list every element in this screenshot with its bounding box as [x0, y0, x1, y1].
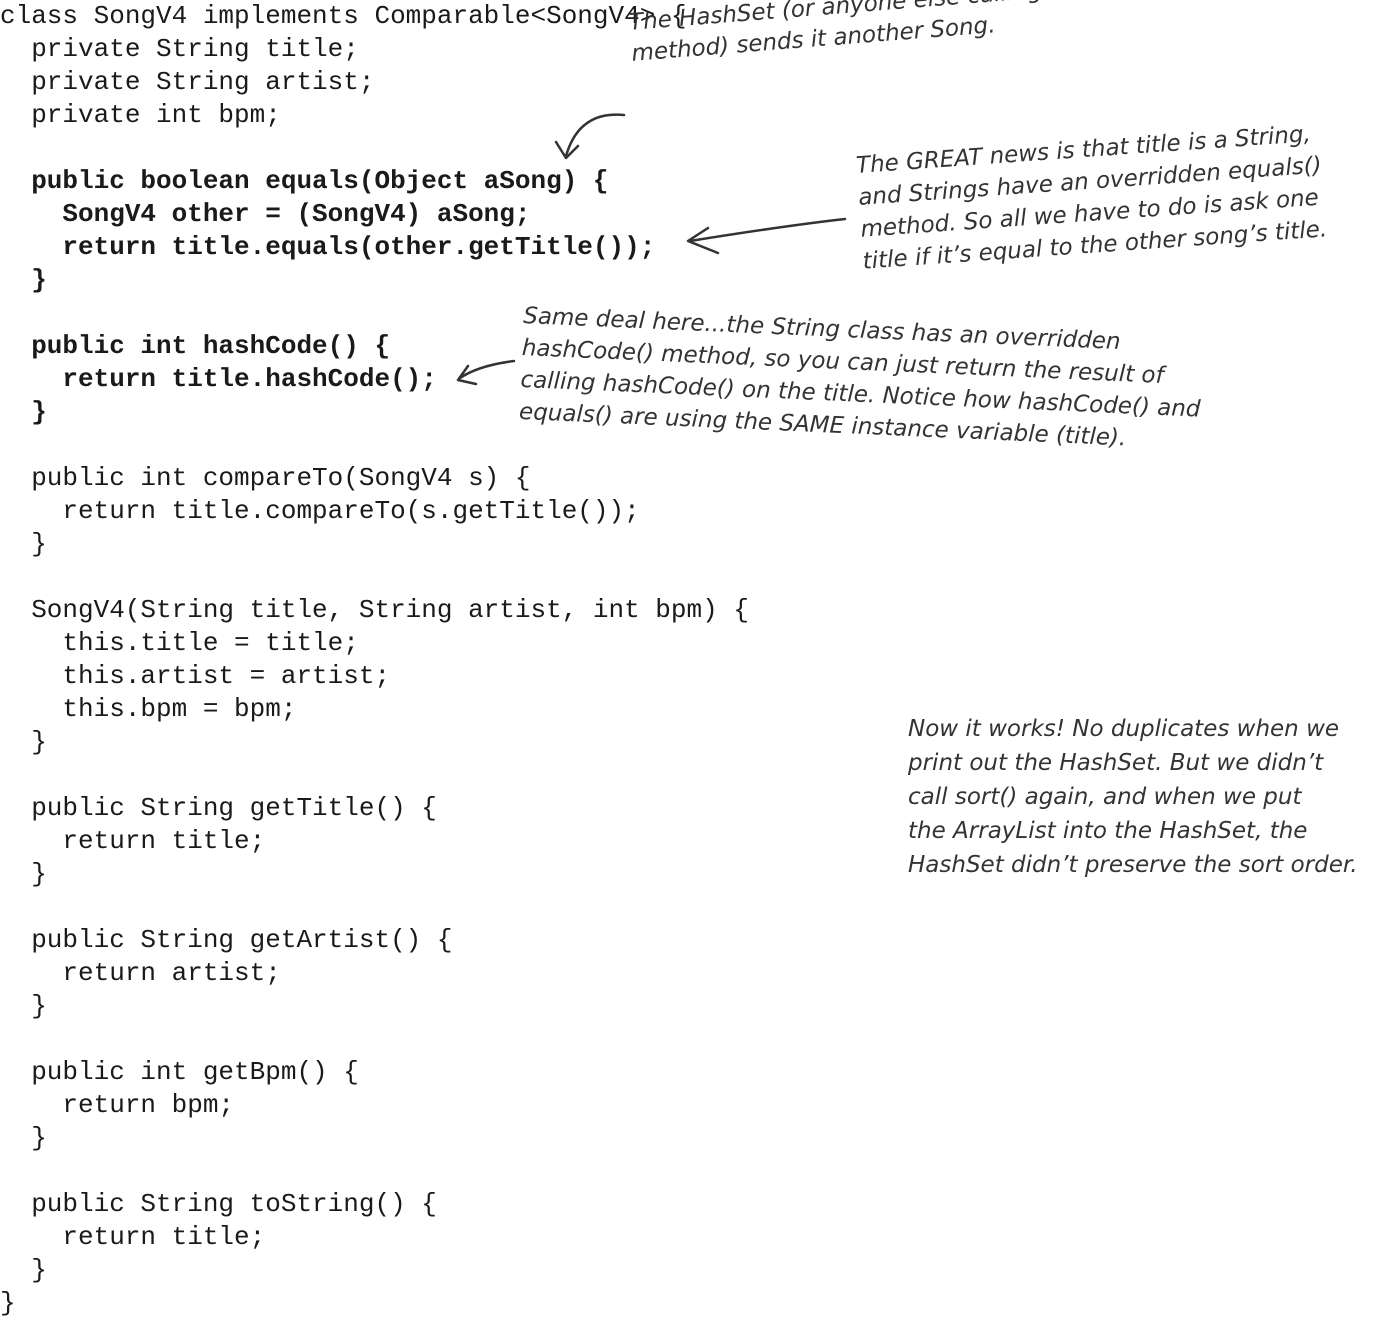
annotation-line: the ArrayList into the HashSet, the — [908, 818, 1308, 844]
code-line-3: private String artist; — [0, 67, 375, 97]
code-line-8: return title.equals(other.getTitle()); — [0, 232, 656, 262]
code-line-33: public int getBpm() { — [0, 1057, 359, 1087]
code-line-40: } — [0, 1288, 16, 1318]
code-line-15: public int compareTo(SongV4 s) { — [0, 463, 531, 493]
annotation-now-it-works: Now it works! No duplicates when we prin… — [908, 712, 1358, 882]
code-line-39: } — [0, 1255, 47, 1285]
annotation-line: HashSet didn’t preserve the sort order. — [908, 852, 1358, 878]
code-line-35: } — [0, 1123, 47, 1153]
code-line-17: } — [0, 529, 47, 559]
code-line-6: public boolean equals(Object aSong) { — [0, 166, 609, 196]
code-line-31: } — [0, 991, 47, 1021]
code-line-19: SongV4(String title, String artist, int … — [0, 595, 749, 625]
code-line-4: private int bpm; — [0, 100, 281, 130]
code-line-38: return title; — [0, 1222, 266, 1252]
code-line-25: public String getTitle() { — [0, 793, 437, 823]
annotation-line: call sort() again, and when we put — [908, 784, 1302, 810]
code-line-9: } — [0, 265, 47, 295]
code-line-20: this.title = title; — [0, 628, 359, 658]
code-line-34: return bpm; — [0, 1090, 235, 1120]
code-line-26: return title; — [0, 826, 266, 856]
code-listing: class SongV4 implements Comparable<SongV… — [0, 0, 749, 1320]
code-line-29: public String getArtist() { — [0, 925, 453, 955]
annotation-hashset-caller: The HashSet (or anyone else calling this… — [628, 0, 1095, 70]
code-line-23: } — [0, 727, 47, 757]
code-line-27: } — [0, 859, 47, 889]
code-line-22: this.bpm = bpm; — [0, 694, 297, 724]
code-line-21: this.artist = artist; — [0, 661, 391, 691]
code-line-37: public String toString() { — [0, 1189, 437, 1219]
annotation-line: Now it works! No duplicates when we — [908, 716, 1340, 742]
annotation-great-news: The GREAT news is that title is a String… — [855, 118, 1328, 278]
code-line-7: SongV4 other = (SongV4) aSong; — [0, 199, 531, 229]
code-line-30: return artist; — [0, 958, 281, 988]
code-line-16: return title.compareTo(s.getTitle()); — [0, 496, 640, 526]
annotation-line: print out the HashSet. But we didn’t — [908, 750, 1324, 776]
